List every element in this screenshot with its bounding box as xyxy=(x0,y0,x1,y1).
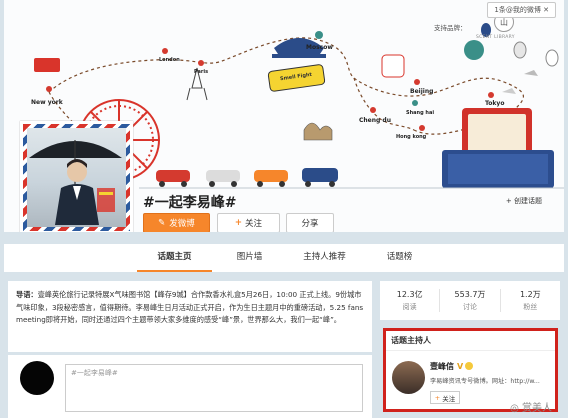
plus-icon: + xyxy=(505,197,514,205)
intro-label: 导语： xyxy=(16,290,38,299)
avatar[interactable] xyxy=(20,361,54,395)
brand-logo-glyph: 山 xyxy=(500,17,508,27)
create-topic-label: 创建话题 xyxy=(514,197,542,205)
compose-input[interactable]: #一起李易峰# xyxy=(65,364,363,412)
verified-badge-icon: V xyxy=(457,362,464,371)
follow-label: 关注 xyxy=(245,219,263,229)
stat-discussions-label: 讨论 xyxy=(462,303,477,311)
topic-stats: 12.3亿 阅读 553.7万 讨论 1.2万 粉丝 xyxy=(380,281,560,320)
topic-banner: New york London Paris Moscow Beijing Che… xyxy=(4,0,564,232)
tab-topic-ranking[interactable]: 话题榜 xyxy=(362,244,437,272)
city-label-shanghai: Shang hai xyxy=(406,110,435,116)
tab-topic-home[interactable]: 话题主页 xyxy=(137,244,212,272)
stat-fans: 1.2万 粉丝 xyxy=(501,289,560,312)
tab-photo-wall[interactable]: 图片墙 xyxy=(212,244,287,272)
host-description: 李易峰资讯专号微博。网址：http://w... xyxy=(430,378,540,385)
city-label-paris: Paris xyxy=(194,69,209,75)
follow-topic-button[interactable]: + 关注 xyxy=(217,213,280,232)
sponsor-label: 支持品牌： xyxy=(434,24,467,32)
post-weibo-button[interactable]: ✎ 发微博 xyxy=(143,213,210,232)
post-weibo-label: 发微博 xyxy=(169,219,195,229)
host-name[interactable]: 壹峰信 xyxy=(430,362,454,371)
topic-avatar[interactable] xyxy=(20,121,133,232)
stat-fans-label: 粉丝 xyxy=(523,303,538,311)
stat-discussions-value: 553.7万 xyxy=(454,290,486,299)
topic-tabs: 话题主页 图片墙 主持人推荐 话题榜 xyxy=(4,244,564,272)
stat-discussions: 553.7万 讨论 xyxy=(440,289,501,312)
create-topic-link[interactable]: + 创建话题 xyxy=(506,196,542,206)
tab-host-recommend[interactable]: 主持人推荐 xyxy=(287,244,362,272)
edit-icon: ✎ xyxy=(158,218,166,228)
city-label-tokyo: Tokyo xyxy=(485,100,505,107)
wechat-icon: ◎ xyxy=(510,403,522,414)
city-label-chengdu: Cheng du xyxy=(359,117,391,124)
mention-notification-text: 1条@我的微博 xyxy=(494,6,541,14)
city-label-hongkong: Hong kong xyxy=(396,134,427,140)
city-label-new-york: New york xyxy=(31,99,63,106)
stat-reads-value: 12.3亿 xyxy=(396,290,423,299)
watermark-text: 赏美人 xyxy=(522,403,552,414)
topic-intro: 导语：壹峰英伦旅行记录特展X气味图书馆【峰存9城】合作款香水礼盒5月26日，10… xyxy=(8,281,372,352)
watermark: ◎ 赏美人 xyxy=(510,399,552,414)
follow-host-button[interactable]: + 关注 xyxy=(430,391,460,404)
host-name-row: 壹峰信 V xyxy=(430,361,474,372)
intro-text: 壹峰英伦旅行记录特展X气味图书馆【峰存9城】合作款香水礼盒5月26日，10:00… xyxy=(16,290,364,324)
compose-area: #一起李易峰# xyxy=(8,355,372,418)
city-label-london: London xyxy=(159,57,180,63)
follow-host-label: 关注 xyxy=(442,394,456,403)
host-avatar[interactable] xyxy=(392,361,425,394)
share-label: 分享 xyxy=(301,219,319,229)
topic-avatar-photo xyxy=(27,128,126,227)
topic-title: #一起李易峰# xyxy=(143,195,237,211)
city-label-moscow: Moscow xyxy=(306,44,333,51)
stat-reads-label: 阅读 xyxy=(402,303,417,311)
person-with-umbrella-illustration xyxy=(29,140,122,225)
share-button[interactable]: 分享 xyxy=(286,213,334,232)
mention-notification[interactable]: 1条@我的微博 ✕ xyxy=(487,2,556,18)
stat-reads: 12.3亿 阅读 xyxy=(380,289,441,312)
brand-name: SCENT LIBRARY xyxy=(476,35,515,40)
emoji-icon xyxy=(465,362,474,370)
close-icon[interactable]: ✕ xyxy=(543,6,549,14)
host-panel-title: 话题主持人 xyxy=(386,331,555,351)
plus-icon: + xyxy=(234,218,243,228)
city-label-beijing: Beijing xyxy=(410,88,434,95)
plus-icon: + xyxy=(434,393,441,402)
stat-fans-value: 1.2万 xyxy=(519,290,541,299)
